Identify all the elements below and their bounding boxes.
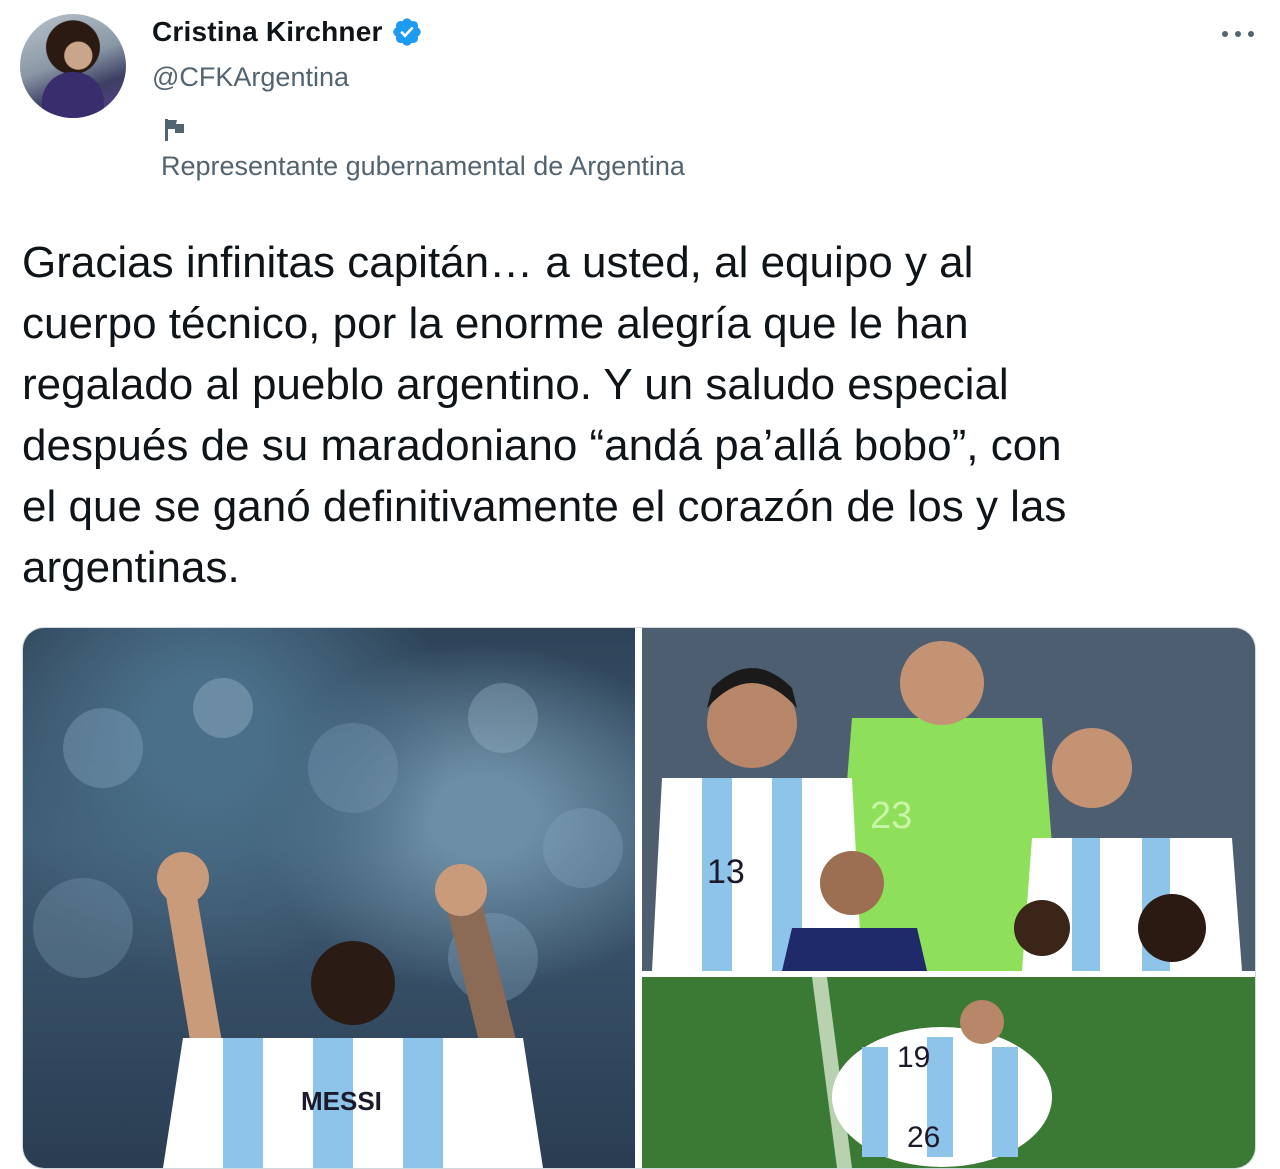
photo-huddle-art: 19 26 — [642, 977, 1255, 1168]
author-handle[interactable]: @CFKArgentina — [152, 62, 349, 93]
media-grid: MESSI 23 13 19 26 — [22, 627, 1256, 1169]
photo-anthem-art: 23 13 — [642, 628, 1255, 971]
flag-icon — [165, 119, 184, 141]
author-name-row: Cristina Kirchner — [152, 16, 423, 48]
photo-messi-celebrating[interactable]: MESSI — [23, 628, 635, 1168]
avatar-figure — [42, 72, 104, 118]
jersey-name: MESSI — [301, 1086, 382, 1116]
huddle-number-bottom: 26 — [907, 1121, 940, 1154]
avatar[interactable] — [20, 14, 126, 118]
tweet-text: Gracias infinitas capitán… a usted, al e… — [22, 238, 1067, 592]
verified-badge-icon — [392, 18, 421, 46]
photo-messi-art: MESSI — [33, 678, 623, 1168]
ellipsis-icon — [1222, 31, 1254, 37]
photo-players-huddle[interactable]: 19 26 — [642, 977, 1255, 1168]
author-display-name[interactable]: Cristina Kirchner — [152, 16, 383, 48]
huddle-number-top: 19 — [897, 1041, 930, 1074]
government-label[interactable]: Representante gubernamental de Argentina — [161, 151, 685, 182]
keeper-number: 23 — [870, 795, 912, 837]
more-options-button[interactable] — [1218, 18, 1258, 50]
photo-players-anthem[interactable]: 23 13 — [642, 628, 1255, 971]
player-number: 13 — [707, 853, 745, 891]
